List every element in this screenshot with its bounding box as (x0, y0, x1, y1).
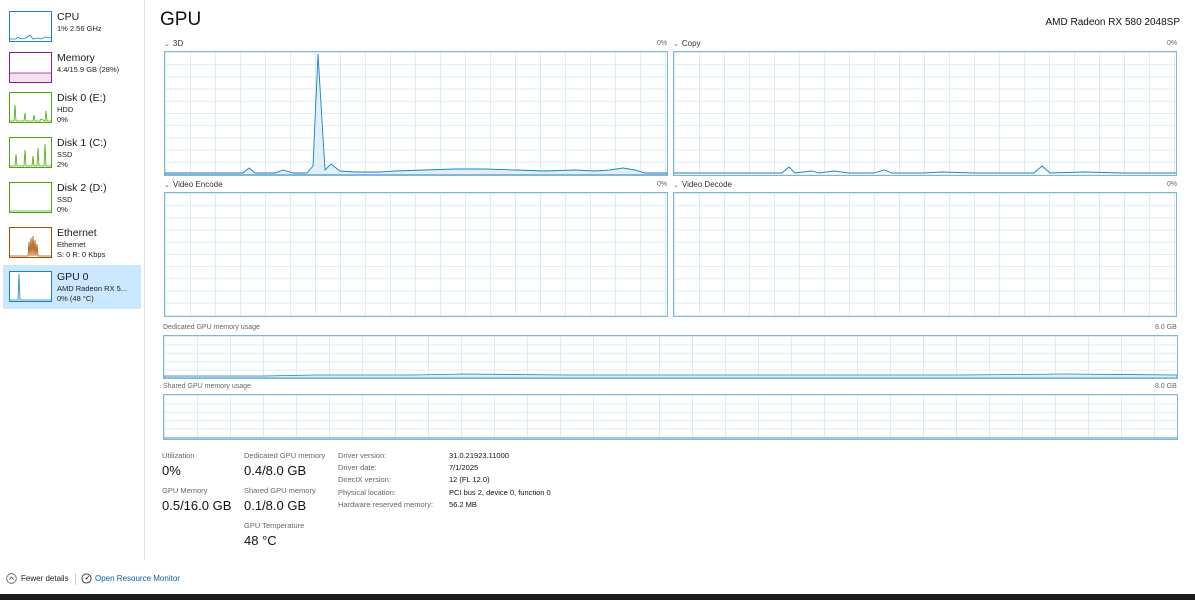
graph-copy (673, 51, 1177, 176)
gpu-mini-graph (9, 271, 52, 302)
chevron-down-icon: ⌄ (164, 41, 170, 48)
engine-label: Video Decode (681, 180, 732, 189)
utilization-value: 0% (162, 463, 181, 478)
cpu-mini-graph (9, 11, 52, 42)
sidebar-item-detail: 0% (57, 205, 68, 214)
dedicated-memory-value: 0.4/8.0 GB (244, 463, 307, 478)
engine-label: 3D (172, 39, 184, 48)
shared-memory-graph-label: Shared GPU memory usage (163, 383, 251, 390)
chevron-down-icon: ⌄ (673, 41, 679, 48)
sidebar-item-title: Memory (57, 52, 95, 64)
fewer-details-button[interactable]: Fewer details (6, 573, 69, 584)
engine-selector-3d[interactable]: ⌄ 3D (164, 39, 183, 48)
hardware-reserved-memory-label: Hardware reserved memory: (338, 500, 434, 509)
gpu-temperature-label: GPU Temperature (244, 521, 305, 530)
physical-location-label: Physical location: (338, 488, 396, 497)
sidebar-item-detail: S: 0 R: 0 Kbps (57, 250, 106, 259)
chevron-down-icon: ⌄ (673, 182, 679, 189)
graph-3d (164, 51, 668, 176)
engine-selector-video-encode[interactable]: ⌄ Video Encode (164, 180, 223, 189)
gpu-copy-usage-line (674, 165, 1176, 174)
sidebar-item-disk-0[interactable]: Disk 0 (E:) HDD 0% (3, 89, 141, 133)
directx-version-label: DirectX version: (338, 475, 391, 484)
sidebar-item-gpu-0[interactable]: GPU 0 AMD Radeon RX 5... 0% (48 °C) (3, 265, 141, 309)
engine-label: Video Encode (172, 180, 223, 189)
sidebar-item-memory[interactable]: Memory 4.4/15.9 GB (28%) (3, 49, 141, 93)
dedicated-memory-usage-line (164, 373, 1177, 378)
dedicated-memory-graph-max: 8.0 GB (1155, 324, 1177, 331)
gpu-memory-label: GPU Memory (162, 486, 208, 495)
shared-memory-graph-max: 8.0 GB (1155, 383, 1177, 390)
open-resource-monitor-link[interactable]: Open Resource Monitor (81, 573, 180, 584)
engine-label: Copy (681, 39, 701, 48)
fewer-details-label: Fewer details (21, 574, 69, 583)
sidebar-item-detail: Ethernet (57, 240, 86, 249)
graph-shared-memory (163, 394, 1178, 440)
engine-percent: 0% (657, 181, 668, 188)
taskbar (0, 594, 1195, 600)
sidebar-item-detail: 2% (57, 160, 68, 169)
engine-percent: 0% (1167, 181, 1178, 188)
sidebar-item-title: Disk 2 (D:) (57, 182, 107, 194)
sidebar-item-disk-1[interactable]: Disk 1 (C:) SSD 2% (3, 134, 141, 178)
driver-date-value: 7/1/2025 (449, 463, 479, 472)
memory-mini-graph (9, 52, 52, 83)
ethernet-mini-graph (9, 227, 52, 258)
sidebar-item-detail: SSD (57, 195, 73, 204)
device-name: AMD Radeon RX 580 2048SP (1045, 17, 1180, 28)
disk-mini-graph (9, 182, 52, 213)
sidebar-item-title: CPU (57, 11, 80, 23)
graph-video-decode (673, 192, 1177, 317)
chevron-up-circle-icon (6, 573, 17, 584)
sidebar-item-detail: HDD (57, 105, 74, 114)
shared-memory-label: Shared GPU memory (244, 486, 316, 495)
hardware-reserved-memory-value: 56.2 MB (449, 500, 477, 509)
page-title: GPU (160, 9, 202, 30)
driver-date-label: Driver date: (338, 463, 377, 472)
sidebar-item-detail: 0% (57, 115, 68, 124)
graph-video-encode (164, 192, 668, 317)
sidebar-item-detail: 1% 2.56 GHz (57, 24, 102, 33)
sidebar-item-title: Disk 1 (C:) (57, 137, 107, 149)
dedicated-memory-label: Dedicated GPU memory (244, 451, 326, 460)
sidebar-item-detail: 0% (48 °C) (57, 294, 94, 303)
dedicated-memory-graph-label: Dedicated GPU memory usage (163, 324, 260, 331)
sidebar-item-title: Disk 0 (E:) (57, 92, 107, 104)
open-resource-monitor-label: Open Resource Monitor (95, 574, 180, 583)
chevron-down-icon: ⌄ (164, 182, 170, 189)
gpu-temperature-value: 48 °C (244, 533, 277, 548)
gpu-3d-usage-line (165, 53, 667, 175)
engine-selector-video-decode[interactable]: ⌄ Video Decode (673, 180, 732, 189)
gpu-memory-value: 0.5/16.0 GB (162, 498, 232, 513)
sidebar-item-ethernet[interactable]: Ethernet Ethernet S: 0 R: 0 Kbps (3, 224, 141, 268)
engine-percent: 0% (657, 40, 668, 47)
sidebar-item-disk-2[interactable]: Disk 2 (D:) SSD 0% (3, 179, 141, 223)
sidebar-item-detail: 4.4/15.9 GB (28%) (57, 65, 120, 74)
engine-selector-copy[interactable]: ⌄ Copy (673, 39, 701, 48)
footer-divider (75, 573, 76, 585)
physical-location-value: PCI bus 2, device 0, function 0 (449, 488, 551, 497)
engine-percent: 0% (1167, 40, 1178, 47)
sidebar-item-detail: AMD Radeon RX 5... (57, 284, 128, 293)
sidebar-item-title: Ethernet (57, 227, 97, 239)
disk-mini-graph (9, 137, 52, 168)
shared-memory-value: 0.1/8.0 GB (244, 498, 307, 513)
sidebar: CPU 1% 2.56 GHz Memory 4.4/15.9 GB (28%)… (0, 0, 145, 560)
graph-dedicated-memory (163, 335, 1178, 379)
sidebar-item-cpu[interactable]: CPU 1% 2.56 GHz (3, 8, 141, 52)
driver-version-label: Driver version: (338, 451, 387, 460)
directx-version-value: 12 (FL 12.0) (449, 475, 490, 484)
disk-mini-graph (9, 92, 52, 123)
sidebar-item-title: GPU 0 (57, 271, 89, 283)
driver-version-value: 31.0.21923.11000 (449, 451, 509, 460)
resource-monitor-icon (81, 573, 92, 584)
sidebar-item-detail: SSD (57, 150, 73, 159)
utilization-label: Utilization (162, 451, 195, 460)
